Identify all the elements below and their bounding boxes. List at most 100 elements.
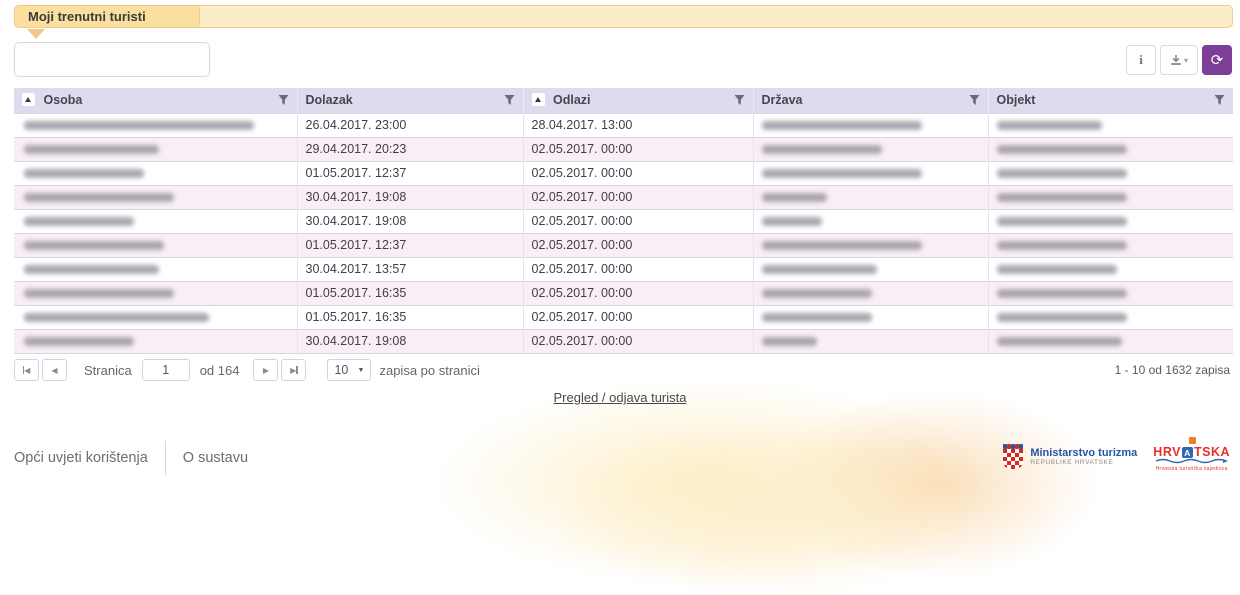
redacted-object-link[interactable] <box>997 265 1117 274</box>
tab-pointer <box>27 29 45 39</box>
redacted-person-link[interactable] <box>24 265 159 274</box>
previous-page-icon: ◀ <box>51 366 57 375</box>
pregled-odjava-turista-link[interactable]: Pregled / odjava turista <box>554 390 687 405</box>
redacted-country-link[interactable] <box>762 337 817 346</box>
htz-word-part2: TSKA <box>1194 446 1230 458</box>
redacted-country-link[interactable] <box>762 193 827 202</box>
redacted-object-link[interactable] <box>997 169 1127 178</box>
ministry-subtitle: REPUBLIKE HRVATSKE <box>1030 459 1137 466</box>
column-header[interactable]: Odlazi <box>523 88 753 113</box>
page-number-input[interactable] <box>142 359 190 381</box>
cell-odlazi: 02.05.2017. 00:00 <box>523 209 753 233</box>
previous-page-button[interactable]: ◀ <box>42 359 67 381</box>
redacted-person-link[interactable] <box>24 193 174 202</box>
redacted-country-link[interactable] <box>762 265 877 274</box>
tab-moji-trenutni-turisti[interactable]: Moji trenutni turisti <box>14 5 200 28</box>
filter-funnel-icon[interactable] <box>1214 95 1225 106</box>
redacted-country-link[interactable] <box>762 145 882 154</box>
redacted-object-link[interactable] <box>997 241 1127 250</box>
table-row[interactable]: 29.04.2017. 20:23 02.05.2017. 00:00 <box>14 137 1233 161</box>
info-icon: i <box>1139 52 1143 68</box>
chevron-down-icon: ▾ <box>1184 56 1188 65</box>
column-header[interactable]: Dolazak <box>297 88 523 113</box>
redacted-person-link[interactable] <box>24 313 209 322</box>
table-body: 26.04.2017. 23:00 28.04.2017. 13:00 29.0… <box>14 113 1233 353</box>
terms-of-use-link[interactable]: Opći uvjeti korištenja <box>14 450 148 466</box>
cell-dolazak: 30.04.2017. 19:08 <box>297 185 523 209</box>
first-page-button[interactable]: ◀ <box>14 359 39 381</box>
redacted-country-link[interactable] <box>762 241 922 250</box>
cell-odlazi: 02.05.2017. 00:00 <box>523 233 753 257</box>
background-glow <box>430 378 990 588</box>
redacted-country-link[interactable] <box>762 313 872 322</box>
redacted-person-link[interactable] <box>24 217 134 226</box>
last-page-button[interactable]: ▶ <box>281 359 306 381</box>
cell-dolazak: 01.05.2017. 12:37 <box>297 161 523 185</box>
column-header[interactable]: Osoba <box>14 88 297 113</box>
redacted-person-link[interactable] <box>24 145 159 154</box>
redacted-object-link[interactable] <box>997 217 1127 226</box>
column-label: Država <box>762 93 803 107</box>
page-size-select[interactable]: 10 ▼ <box>327 359 371 381</box>
cell-dolazak: 01.05.2017. 16:35 <box>297 281 523 305</box>
cell-dolazak: 01.05.2017. 12:37 <box>297 233 523 257</box>
redacted-person-link[interactable] <box>24 241 164 250</box>
background-glow <box>555 425 985 595</box>
cell-odlazi: 02.05.2017. 00:00 <box>523 329 753 353</box>
column-header[interactable]: Država <box>753 88 988 113</box>
redacted-country-link[interactable] <box>762 121 922 130</box>
cell-odlazi: 02.05.2017. 00:00 <box>523 305 753 329</box>
table-row[interactable]: 30.04.2017. 19:08 02.05.2017. 00:00 <box>14 329 1233 353</box>
tab-label: Moji trenutni turisti <box>28 9 146 24</box>
table-row[interactable]: 01.05.2017. 16:35 02.05.2017. 00:00 <box>14 281 1233 305</box>
redacted-person-link[interactable] <box>24 169 144 178</box>
cell-dolazak: 26.04.2017. 23:00 <box>297 113 523 137</box>
cell-dolazak: 30.04.2017. 13:57 <box>297 257 523 281</box>
filter-funnel-icon[interactable] <box>278 95 289 106</box>
records-summary: 1 - 10 od 1632 zapisa <box>1115 363 1230 377</box>
cell-odlazi: 02.05.2017. 00:00 <box>523 161 753 185</box>
column-header[interactable]: Objekt <box>988 88 1233 113</box>
next-page-icon: ▶ <box>263 366 269 375</box>
next-page-button[interactable]: ▶ <box>253 359 278 381</box>
redacted-country-link[interactable] <box>762 217 822 226</box>
redacted-object-link[interactable] <box>997 145 1127 154</box>
htz-wave-icon <box>1155 458 1229 464</box>
table-row[interactable]: 30.04.2017. 13:57 02.05.2017. 00:00 <box>14 257 1233 281</box>
redacted-object-link[interactable] <box>997 121 1102 130</box>
filter-funnel-icon[interactable] <box>504 95 515 106</box>
cell-odlazi: 28.04.2017. 13:00 <box>523 113 753 137</box>
column-label: Objekt <box>997 93 1036 107</box>
redacted-person-link[interactable] <box>24 121 254 130</box>
per-page-label: zapisa po stranici <box>379 363 479 378</box>
pagination-bar: ◀ ◀ Stranica od 164 ▶ ▶ 10 ▼ zapisa po s… <box>14 359 480 381</box>
table-row[interactable]: 01.05.2017. 12:37 02.05.2017. 00:00 <box>14 161 1233 185</box>
table-row[interactable]: 01.05.2017. 16:35 02.05.2017. 00:00 <box>14 305 1233 329</box>
filter-funnel-icon[interactable] <box>734 95 745 106</box>
column-label: Odlazi <box>553 93 591 107</box>
table-row[interactable]: 26.04.2017. 23:00 28.04.2017. 13:00 <box>14 113 1233 137</box>
refresh-button[interactable]: ⟳ <box>1202 45 1232 75</box>
table-row[interactable]: 30.04.2017. 19:08 02.05.2017. 00:00 <box>14 209 1233 233</box>
download-tray-icon <box>1170 54 1182 66</box>
redacted-object-link[interactable] <box>997 193 1127 202</box>
table-row[interactable]: 01.05.2017. 12:37 02.05.2017. 00:00 <box>14 233 1233 257</box>
redacted-object-link[interactable] <box>997 289 1127 298</box>
redacted-country-link[interactable] <box>762 169 922 178</box>
redacted-person-link[interactable] <box>24 337 134 346</box>
background-glow <box>770 390 1100 580</box>
table-row[interactable]: 30.04.2017. 19:08 02.05.2017. 00:00 <box>14 185 1233 209</box>
about-system-link[interactable]: O sustavu <box>183 450 248 466</box>
redacted-object-link[interactable] <box>997 337 1122 346</box>
redacted-country-link[interactable] <box>762 289 872 298</box>
export-button[interactable]: ▾ <box>1160 45 1198 75</box>
redacted-object-link[interactable] <box>997 313 1127 322</box>
page-size-value: 10 <box>334 363 348 377</box>
filter-funnel-icon[interactable] <box>969 95 980 106</box>
search-input[interactable] <box>14 42 210 77</box>
redacted-person-link[interactable] <box>24 289 174 298</box>
cell-odlazi: 02.05.2017. 00:00 <box>523 137 753 161</box>
info-button[interactable]: i <box>1126 45 1156 75</box>
refresh-arrows-icon: ⟳ <box>1211 51 1224 69</box>
cell-dolazak: 29.04.2017. 20:23 <box>297 137 523 161</box>
